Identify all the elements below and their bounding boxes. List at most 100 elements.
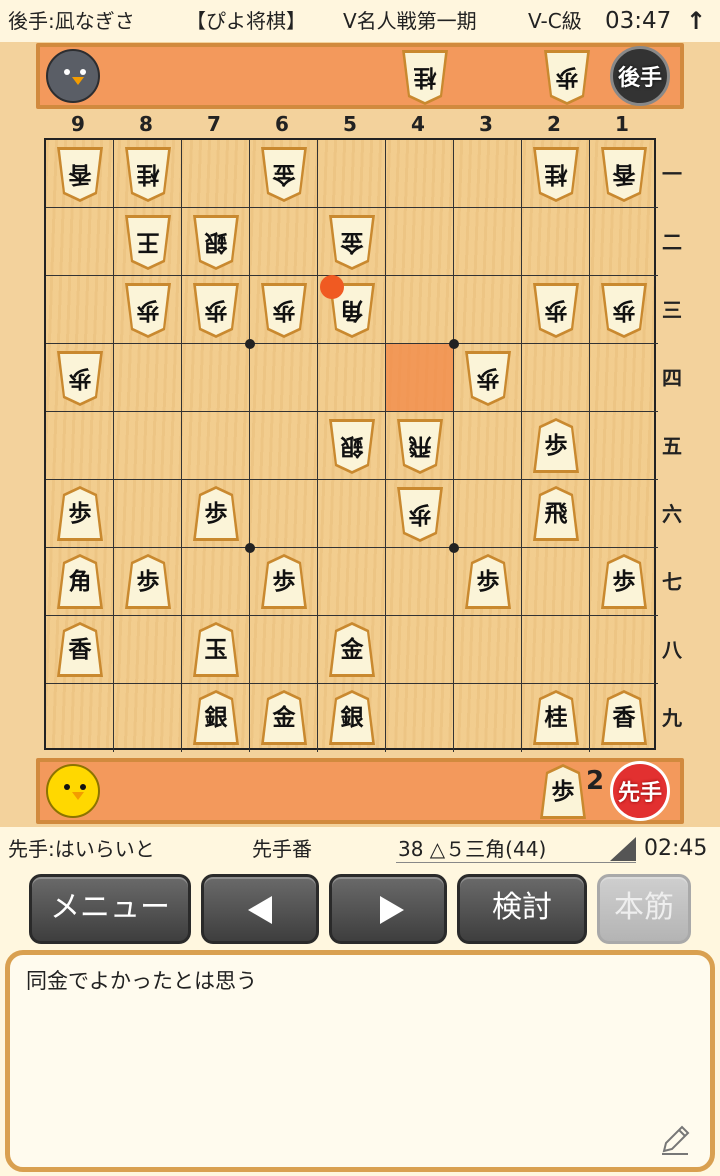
sente-piece[interactable]: 銀 xyxy=(191,688,241,748)
board-square[interactable] xyxy=(318,480,386,548)
board-square[interactable] xyxy=(46,208,114,276)
board-square[interactable] xyxy=(386,208,454,276)
gote-piece-stand: 桂 歩 後手 xyxy=(36,43,684,109)
comment-text: 同金でよかったとは思う xyxy=(26,969,257,993)
board-square[interactable] xyxy=(250,616,318,684)
board-square[interactable] xyxy=(454,412,522,480)
sente-hand-piece[interactable]: 歩 xyxy=(538,762,588,822)
up-arrow-icon[interactable]: ↑ xyxy=(686,0,706,42)
board-square[interactable] xyxy=(46,276,114,344)
sente-piece[interactable]: 飛 xyxy=(531,484,581,544)
move-display[interactable]: 38 △５三角(44) xyxy=(396,835,636,863)
board-square[interactable] xyxy=(522,616,590,684)
sente-piece[interactable]: 歩 xyxy=(599,552,649,612)
board-square[interactable] xyxy=(250,412,318,480)
gote-piece[interactable]: 歩 xyxy=(55,348,105,408)
sente-piece[interactable]: 歩 xyxy=(123,552,173,612)
board-square[interactable] xyxy=(182,412,250,480)
board-square[interactable] xyxy=(454,684,522,752)
next-move-button[interactable] xyxy=(329,874,447,944)
board-square[interactable] xyxy=(522,344,590,412)
gote-hand-piece[interactable]: 桂 xyxy=(400,47,450,107)
gote-piece[interactable]: 金 xyxy=(259,144,309,204)
gote-badge: 後手 xyxy=(610,46,670,106)
board-square[interactable] xyxy=(114,684,182,752)
board-square[interactable] xyxy=(46,684,114,752)
gote-hand-piece[interactable]: 歩 xyxy=(542,47,592,107)
board-square[interactable] xyxy=(250,344,318,412)
gote-piece[interactable]: 金 xyxy=(327,212,377,272)
review-button[interactable]: 検討 xyxy=(457,874,587,944)
board-square[interactable] xyxy=(114,412,182,480)
board-square[interactable] xyxy=(182,140,250,208)
gote-piece[interactable]: 歩 xyxy=(531,280,581,340)
sente-piece[interactable]: 歩 xyxy=(55,484,105,544)
board-square[interactable] xyxy=(522,208,590,276)
board-square[interactable] xyxy=(454,208,522,276)
sente-piece[interactable]: 角 xyxy=(55,552,105,612)
board-square[interactable] xyxy=(590,616,658,684)
board-square[interactable] xyxy=(114,344,182,412)
board-square[interactable] xyxy=(590,344,658,412)
board-square[interactable] xyxy=(250,208,318,276)
gote-piece[interactable]: 香 xyxy=(599,144,649,204)
board-square[interactable] xyxy=(386,548,454,616)
board-square[interactable] xyxy=(46,412,114,480)
board-square[interactable] xyxy=(182,548,250,616)
gote-piece[interactable]: 歩 xyxy=(599,280,649,340)
sente-piece[interactable]: 香 xyxy=(599,688,649,748)
gote-piece[interactable]: 歩 xyxy=(123,280,173,340)
gote-piece[interactable]: 銀 xyxy=(191,212,241,272)
board-square[interactable] xyxy=(454,616,522,684)
board-square[interactable] xyxy=(386,140,454,208)
gote-piece[interactable]: 香 xyxy=(55,144,105,204)
board-square[interactable] xyxy=(250,480,318,548)
pencil-icon[interactable] xyxy=(658,1123,692,1157)
move-dropdown-icon[interactable] xyxy=(610,837,636,861)
board-square[interactable] xyxy=(454,140,522,208)
gote-piece[interactable]: 桂 xyxy=(123,144,173,204)
comment-box[interactable]: 同金でよかったとは思う xyxy=(5,950,715,1172)
board-square[interactable] xyxy=(590,412,658,480)
mainline-button[interactable]: 本筋 xyxy=(597,874,691,944)
board-square[interactable] xyxy=(114,616,182,684)
sente-piece[interactable]: 桂 xyxy=(531,688,581,748)
sente-piece[interactable]: 銀 xyxy=(327,688,377,748)
board-square[interactable] xyxy=(182,344,250,412)
board-square[interactable] xyxy=(590,480,658,548)
board-square[interactable] xyxy=(114,480,182,548)
board-square[interactable] xyxy=(318,140,386,208)
sente-piece[interactable]: 歩 xyxy=(259,552,309,612)
sente-piece[interactable]: 香 xyxy=(55,620,105,680)
board-square[interactable] xyxy=(590,208,658,276)
gote-piece[interactable]: 王 xyxy=(123,212,173,272)
prev-move-button[interactable] xyxy=(201,874,319,944)
board-square[interactable] xyxy=(386,344,454,412)
sente-piece[interactable]: 歩 xyxy=(531,416,581,476)
gote-piece[interactable]: 歩 xyxy=(191,280,241,340)
board-square[interactable] xyxy=(454,480,522,548)
board-square[interactable] xyxy=(522,548,590,616)
sente-piece[interactable]: 玉 xyxy=(191,620,241,680)
gote-piece[interactable]: 銀 xyxy=(327,416,377,476)
gote-piece[interactable]: 歩 xyxy=(463,348,513,408)
board-square[interactable] xyxy=(454,276,522,344)
shogi-board[interactable]: 香桂金桂香王銀金歩歩歩角歩歩歩歩銀飛歩歩歩歩飛角歩歩歩歩香玉金銀金銀桂香 xyxy=(44,138,658,752)
gote-piece[interactable]: 飛 xyxy=(395,416,445,476)
sente-piece[interactable]: 歩 xyxy=(191,484,241,544)
piece-glyph: 飛 xyxy=(408,433,432,460)
gote-piece[interactable]: 歩 xyxy=(395,484,445,544)
menu-button[interactable]: メニュー xyxy=(29,874,191,944)
board-square[interactable] xyxy=(318,548,386,616)
gote-bird-avatar-icon xyxy=(46,49,100,103)
board-square[interactable] xyxy=(386,684,454,752)
sente-piece[interactable]: 金 xyxy=(327,620,377,680)
sente-piece[interactable]: 金 xyxy=(259,688,309,748)
board-square[interactable] xyxy=(386,616,454,684)
board-square[interactable] xyxy=(318,344,386,412)
piece-glyph: 桂 xyxy=(544,161,568,188)
sente-piece[interactable]: 歩 xyxy=(463,552,513,612)
board-square[interactable] xyxy=(386,276,454,344)
gote-piece[interactable]: 桂 xyxy=(531,144,581,204)
gote-piece[interactable]: 歩 xyxy=(259,280,309,340)
